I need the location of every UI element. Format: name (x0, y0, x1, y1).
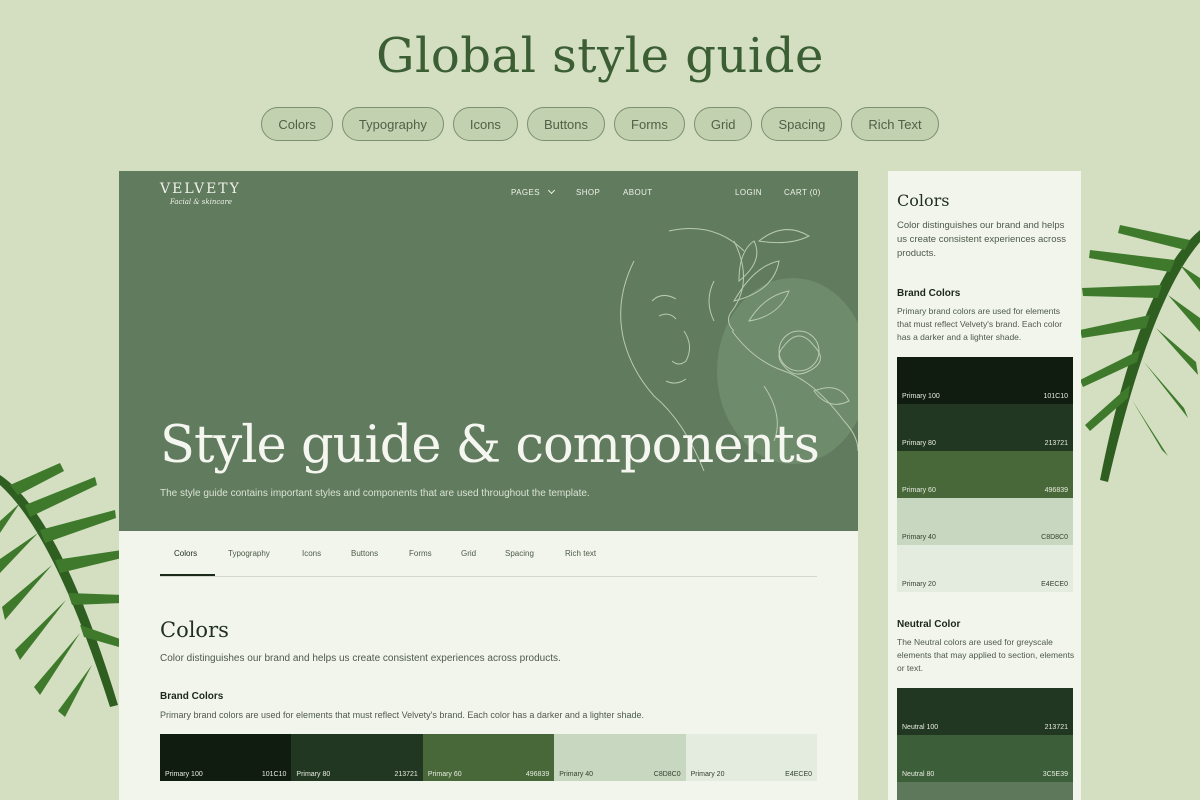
panel-title: Colors (897, 191, 950, 210)
page-title: Global style guide (376, 28, 824, 84)
panel-brand-title: Brand Colors (897, 288, 961, 299)
chevron-down-icon (547, 186, 555, 195)
color-swatch: Primary 100 101C10 (897, 357, 1073, 404)
color-swatch: Primary 80 213721 (291, 734, 423, 781)
colors-section-description: Color distinguishes our brand and helps … (160, 653, 561, 664)
swatch-hex: 213721 (1044, 724, 1068, 731)
nav-cart[interactable]: CART (0) (784, 188, 821, 197)
color-swatch: Neutral 80 3C5E39 (897, 735, 1073, 782)
pill-forms[interactable]: Forms (614, 107, 685, 141)
nav-shop[interactable]: SHOP (576, 188, 600, 197)
tab-spacing[interactable]: Spacing (505, 549, 534, 558)
color-swatch (897, 782, 1073, 800)
swatch-hex: 101C10 (261, 771, 287, 778)
pill-buttons[interactable]: Buttons (526, 107, 606, 141)
brand-swatch-row: Primary 100 101C10 Primary 80 213721 Pri… (160, 734, 818, 781)
panel-brand-description: Primary brand colors are used for elemen… (897, 306, 1063, 342)
panel-neutral-description: The Neutral colors are used for greyscal… (897, 637, 1075, 673)
mobile-colors-panel: Colors Color distinguishes our brand and… (888, 171, 1081, 800)
panel-neutral-title: Neutral Color (897, 619, 961, 630)
pill-typography[interactable]: Typography (341, 107, 444, 141)
color-swatch: Primary 80 213721 (897, 404, 1073, 451)
tab-icons[interactable]: Icons (302, 549, 321, 558)
color-swatch: Primary 60 496839 (422, 734, 555, 781)
nav-login[interactable]: LOGIN (735, 188, 762, 197)
color-swatch: Primary 40 C8D8C0 (554, 734, 686, 781)
swatch-hex: 496839 (1044, 487, 1068, 494)
color-swatch: Primary 60 496839 (897, 451, 1073, 498)
pill-rich-text[interactable]: Rich Text (851, 107, 939, 141)
nav-pages[interactable]: PAGES (511, 186, 555, 197)
swatch-hex: 3C5E39 (1042, 771, 1068, 778)
pill-colors[interactable]: Colors (261, 107, 333, 141)
swatch-hex: 101C10 (1043, 393, 1068, 400)
swatch-name: Primary 80 (296, 771, 331, 778)
color-swatch: Neutral 100 213721 (897, 688, 1073, 735)
swatch-name: Primary 60 (427, 771, 462, 778)
swatch-hex: C8D8C0 (653, 771, 681, 778)
style-guide-tabs: Colors Typography Icons Buttons Forms Gr… (160, 531, 817, 577)
swatch-name: Primary 60 (902, 487, 936, 494)
swatch-name: Primary 100 (902, 393, 940, 400)
swatch-hex: 213721 (1044, 440, 1068, 447)
pill-grid[interactable]: Grid (693, 107, 753, 141)
colors-section-title: Colors (160, 618, 229, 642)
logo-tagline: Facial & skincare (170, 198, 232, 206)
logo-wordmark: VELVETY (160, 181, 241, 197)
color-swatch: Primary 100 101C10 (160, 734, 292, 781)
palm-leaf-left-decoration (0, 463, 124, 717)
panel-description: Color distinguishes our brand and helps … (897, 220, 1066, 259)
color-swatch: Primary 20 E4ECE0 (685, 734, 818, 781)
swatch-name: Primary 40 (559, 771, 594, 778)
brand-colors-title: Brand Colors (160, 691, 224, 702)
hero-title: Style guide & components (160, 416, 820, 475)
brand-colors-description: Primary brand colors are used for elemen… (160, 710, 644, 720)
swatch-name: Primary 20 (902, 581, 936, 588)
section-pills: Colors Typography Icons Buttons Forms Gr… (0, 107, 1200, 141)
tab-typography[interactable]: Typography (228, 549, 270, 558)
swatch-name: Primary 20 (690, 771, 725, 778)
swatch-name: Neutral 100 (902, 724, 939, 731)
color-swatch: Primary 40 C8D8C0 (897, 498, 1073, 545)
pill-icons[interactable]: Icons (452, 107, 518, 141)
hero-subtitle: The style guide contains important style… (160, 488, 590, 499)
swatch-hex: C8D8C0 (1041, 534, 1068, 541)
color-swatch: Primary 20 E4ECE0 (897, 545, 1073, 592)
swatch-name: Primary 100 (165, 771, 203, 778)
active-tab-indicator (160, 574, 215, 576)
site-logo[interactable]: VELVETY Facial & skincare (160, 181, 241, 206)
swatch-name: Primary 40 (902, 534, 936, 541)
tab-rich-text[interactable]: Rich text (565, 549, 596, 558)
palm-leaf-right-decoration (1080, 225, 1200, 482)
pill-spacing[interactable]: Spacing (761, 107, 843, 141)
swatch-hex: 213721 (394, 771, 418, 778)
tab-buttons[interactable]: Buttons (351, 549, 378, 558)
swatch-name: Primary 80 (902, 440, 936, 447)
swatch-hex: 496839 (525, 771, 550, 778)
nav-about[interactable]: ABOUT (623, 188, 653, 197)
tab-grid[interactable]: Grid (461, 549, 476, 558)
website-mockup: VELVETY Facial & skincare PAGES SHOP ABO… (119, 171, 858, 800)
nav-pages-label: PAGES (511, 188, 540, 197)
swatch-hex: E4ECE0 (1041, 581, 1068, 588)
swatch-hex: E4ECE0 (785, 771, 813, 778)
tab-colors[interactable]: Colors (174, 549, 197, 558)
hero-section: VELVETY Facial & skincare PAGES SHOP ABO… (119, 171, 858, 531)
tab-forms[interactable]: Forms (409, 549, 432, 558)
swatch-name: Neutral 80 (902, 771, 935, 778)
